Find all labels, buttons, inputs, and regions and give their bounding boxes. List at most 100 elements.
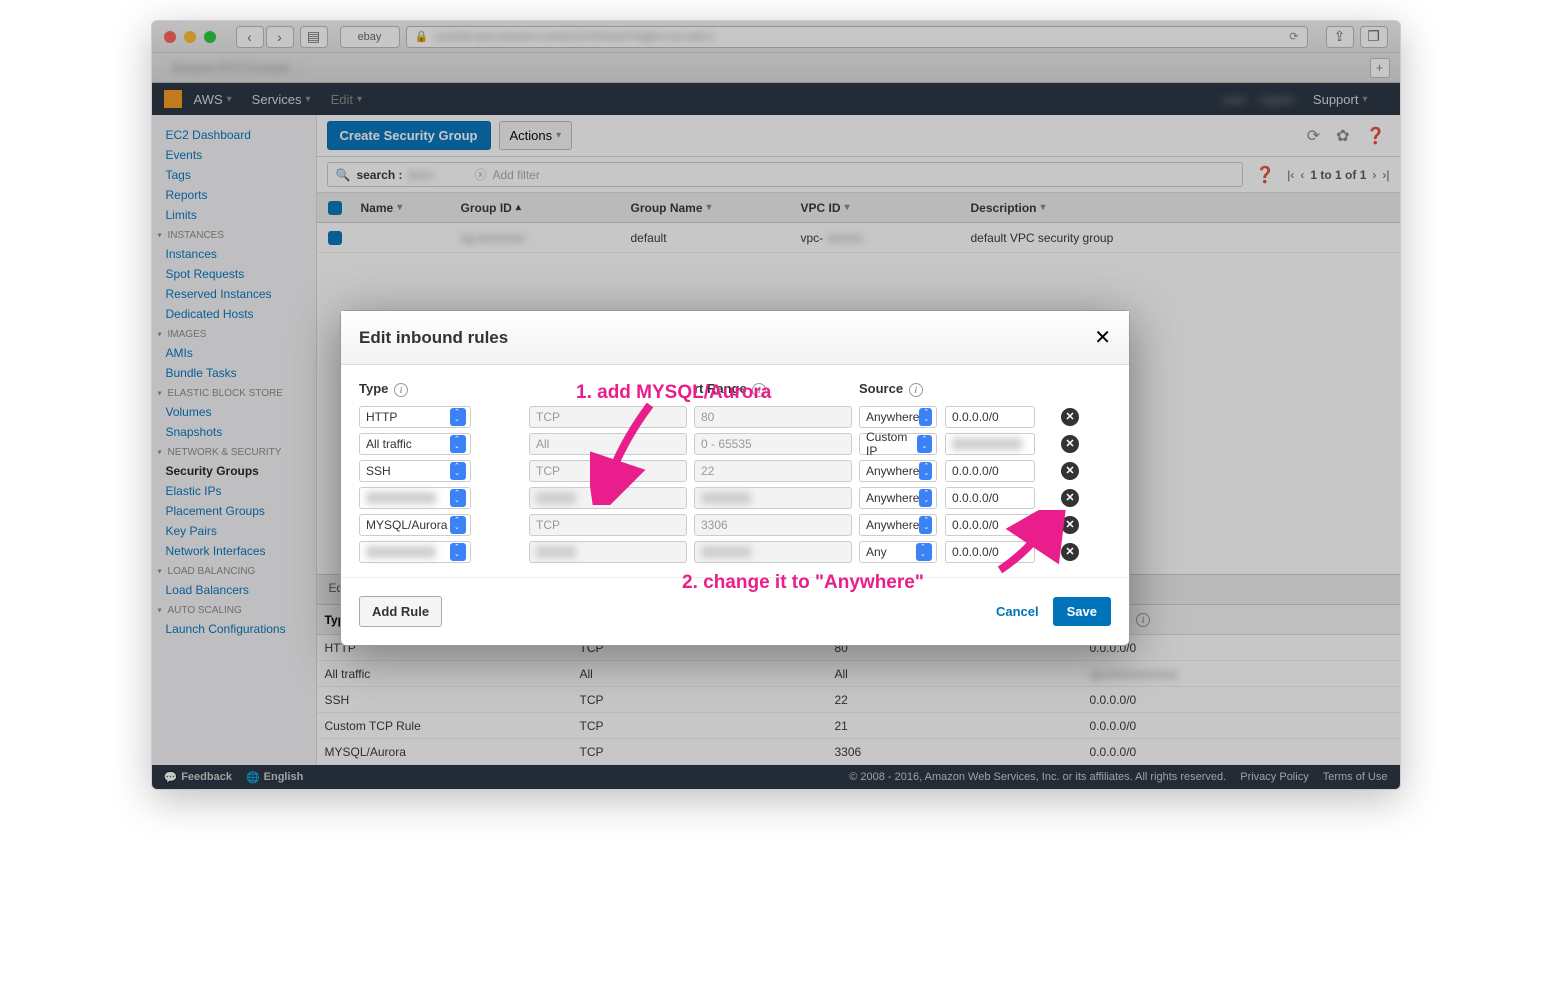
info-icon[interactable]: i [1136,613,1150,627]
sidebar-toggle-icon[interactable]: ▤ [300,26,328,48]
edit-menu[interactable]: Edit▾ [331,92,362,107]
remove-rule-icon[interactable]: ✕ [1061,489,1079,507]
share-icon[interactable]: ⇪ [1326,26,1354,48]
sidebar-item-launch-config[interactable]: Launch Configurations [152,619,316,639]
rule-row: SSHTCP22Anywhere0.0.0.0/0✕ [359,457,1111,484]
footer-language[interactable]: English [264,771,304,783]
select-all-checkbox[interactable] [328,201,342,215]
col-group-name[interactable]: Group Name ▾ [623,193,793,222]
rule-type-select[interactable] [359,541,471,563]
rule-type-select[interactable] [359,487,471,509]
pager-prev-icon[interactable]: ‹ [1300,168,1304,182]
address-bar[interactable]: 🔒 console.aws.amazon.com/ec2/v2/home?reg… [406,26,1308,48]
create-sg-button[interactable]: Create Security Group [327,121,491,150]
settings-icon[interactable]: ✿ [1336,126,1349,146]
save-button[interactable]: Save [1053,597,1111,626]
aws-home-menu[interactable]: AWS▾ [194,92,232,107]
info-icon[interactable]: i [394,383,408,397]
sidebar-item-security-groups[interactable]: Security Groups [152,461,316,481]
rule-type-select[interactable]: All traffic [359,433,471,455]
footer-terms[interactable]: Terms of Use [1323,771,1388,783]
info-icon[interactable]: i [909,383,923,397]
nav-forward-button[interactable]: › [266,26,294,48]
sidebar-item-placement[interactable]: Placement Groups [152,501,316,521]
rule-cidr-field[interactable] [945,433,1035,455]
sidebar-item-snapshots[interactable]: Snapshots [152,422,316,442]
sidebar-section-ebs[interactable]: ELASTIC BLOCK STORE [152,383,316,402]
favorites-ebay[interactable]: ebay [340,26,400,48]
tabs-icon[interactable]: ❐ [1360,26,1388,48]
sidebar-section-as[interactable]: AUTO SCALING [152,600,316,619]
row-checkbox[interactable] [328,231,342,245]
rule-cidr-field[interactable]: 0.0.0.0/0 [945,406,1035,428]
sidebar-item-limits[interactable]: Limits [152,205,316,225]
window-min-dot[interactable] [184,31,196,43]
sidebar-item-lb[interactable]: Load Balancers [152,580,316,600]
sidebar-item-spot[interactable]: Spot Requests [152,264,316,284]
window-max-dot[interactable] [204,31,216,43]
rule-cidr-field[interactable]: 0.0.0.0/0 [945,487,1035,509]
pager: |‹ ‹ 1 to 1 of 1 › ›| [1287,168,1389,182]
refresh-icon[interactable]: ⟳ [1307,126,1320,146]
modal-close-icon[interactable]: ✕ [1094,325,1111,350]
window-close-dot[interactable] [164,31,176,43]
sidebar-item-keypairs[interactable]: Key Pairs [152,521,316,541]
new-tab-button[interactable]: + [1370,58,1390,78]
services-menu[interactable]: Services▾ [252,92,311,107]
add-rule-button[interactable]: Add Rule [359,596,442,627]
account-menu[interactable]: user · region [1222,92,1295,107]
footer-feedback[interactable]: Feedback [181,771,232,783]
rule-source-select[interactable]: Anywhere [859,487,937,509]
remove-rule-icon[interactable]: ✕ [1061,435,1079,453]
rule-cidr-field[interactable]: 0.0.0.0/0 [945,460,1035,482]
nav-back-button[interactable]: ‹ [236,26,264,48]
col-vpc[interactable]: VPC ID ▾ [793,193,963,222]
rule-source-select[interactable]: Anywhere [859,514,937,536]
footer-privacy[interactable]: Privacy Policy [1240,771,1308,783]
sidebar-item-tags[interactable]: Tags [152,165,316,185]
col-description[interactable]: Description ▾ [963,193,1400,222]
pager-last-icon[interactable]: ›| [1382,168,1389,182]
sidebar-section-netsec[interactable]: NETWORK & SECURITY [152,442,316,461]
remove-rule-icon[interactable]: ✕ [1061,408,1079,426]
pager-first-icon[interactable]: |‹ [1287,168,1294,182]
rule-source-select[interactable]: Anywhere [859,460,937,482]
sidebar-item-elastic-ips[interactable]: Elastic IPs [152,481,316,501]
sidebar-section-images[interactable]: IMAGES [152,324,316,343]
rule-type-select[interactable]: MYSQL/Aurora [359,514,471,536]
sidebar-item-dedicated[interactable]: Dedicated Hosts [152,304,316,324]
support-menu[interactable]: Support▾ [1313,92,1368,107]
ec2-sidebar: EC2 Dashboard Events Tags Reports Limits… [152,115,317,765]
sidebar-item-events[interactable]: Events [152,145,316,165]
annotation-2: 2. change it to "Anywhere" [682,572,924,594]
actions-button[interactable]: Actions▾ [499,121,573,150]
col-group-id[interactable]: Group ID ▴ [453,193,623,222]
sidebar-item-dashboard[interactable]: EC2 Dashboard [152,125,316,145]
rule-type-select[interactable]: HTTP [359,406,471,428]
sidebar-section-instances[interactable]: INSTANCES [152,225,316,244]
sg-table-row[interactable]: sg-xxxxxxxx default vpc-xxxxxx default V… [317,223,1400,253]
col-name[interactable]: Name ▾ [353,193,453,222]
rule-type-select[interactable]: SSH [359,460,471,482]
sidebar-item-instances[interactable]: Instances [152,244,316,264]
tab-title[interactable]: Amazon EC2 Console ... [172,61,1370,75]
aws-logo-icon[interactable] [164,90,182,108]
sidebar-item-volumes[interactable]: Volumes [152,402,316,422]
remove-rule-icon[interactable]: ✕ [1061,462,1079,480]
sidebar-item-bundle[interactable]: Bundle Tasks [152,363,316,383]
cancel-button[interactable]: Cancel [996,604,1039,619]
pager-next-icon[interactable]: › [1372,168,1376,182]
search-help-icon[interactable]: ❓ [1255,165,1275,185]
rule-source-select[interactable]: Custom IP [859,433,937,455]
rule-source-select[interactable]: Any [859,541,937,563]
rule-row: Anywhere 0.0.0.0/0 ✕ [359,484,1111,511]
sidebar-section-lb[interactable]: LOAD BALANCING [152,561,316,580]
sidebar-item-reports[interactable]: Reports [152,185,316,205]
rule-row: HTTPTCP80Anywhere0.0.0.0/0✕ [359,403,1111,430]
sidebar-item-amis[interactable]: AMIs [152,343,316,363]
sidebar-item-reserved[interactable]: Reserved Instances [152,284,316,304]
sidebar-item-interfaces[interactable]: Network Interfaces [152,541,316,561]
rule-source-select[interactable]: Anywhere [859,406,937,428]
search-input[interactable]: 🔍 search : term ⓧ Add filter [327,162,1244,187]
help-icon[interactable]: ❓ [1366,126,1386,146]
